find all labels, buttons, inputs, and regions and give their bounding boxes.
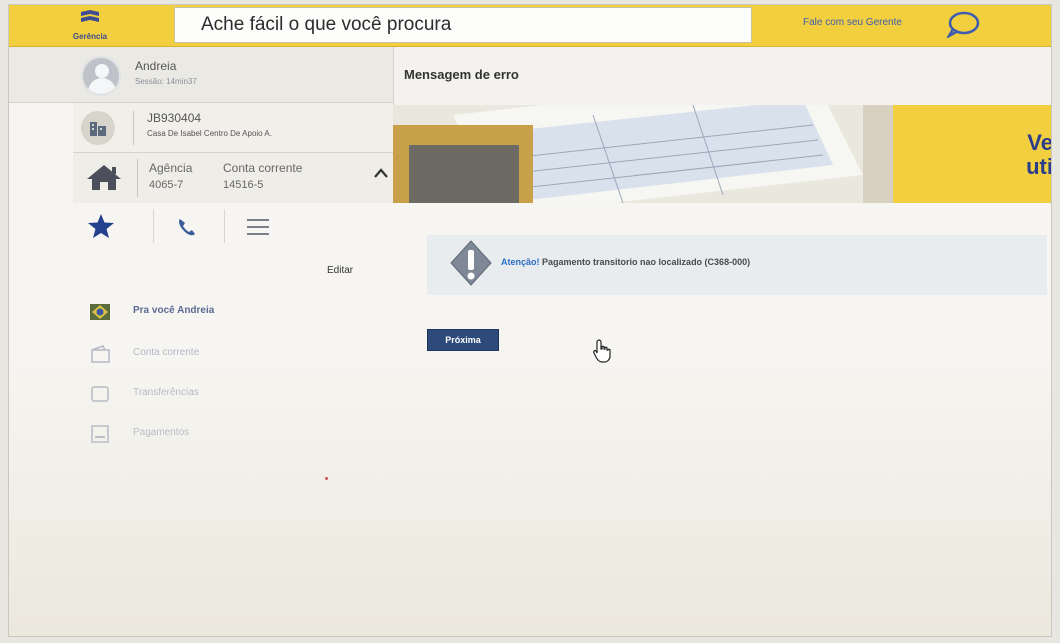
page-header: Mensagem de erro: [393, 47, 1051, 105]
promo-banner[interactable]: Ve uti: [393, 105, 1052, 203]
edit-link[interactable]: Editar: [327, 265, 353, 276]
hand-cursor-icon: [593, 339, 611, 363]
menu-item-label: Transferências: [133, 387, 199, 398]
chat-bubble-icon[interactable]: [946, 10, 980, 38]
quick-tabs: [73, 203, 393, 251]
account-value: 14516-5: [223, 179, 264, 191]
chat-link[interactable]: Fale com seu Gerente: [803, 17, 902, 28]
left-panel: Andreia Sessão: 14min37 JB930404 Casa De…: [9, 47, 393, 636]
warning-icon: [450, 240, 492, 286]
tab-favorites[interactable]: [73, 203, 153, 251]
star-icon: [88, 214, 114, 238]
building-icon: [81, 111, 115, 145]
agency-value: 4065-7: [149, 179, 184, 191]
menu-item-label: Pagamentos: [133, 427, 190, 438]
page-title: Mensagem de erro: [404, 67, 519, 82]
top-bar: Gerência Ache fácil o que você procura F…: [9, 5, 1051, 47]
account-row[interactable]: Agência 4065-7 Conta corrente 14516-5: [73, 153, 393, 203]
chevron-up-icon[interactable]: [373, 167, 389, 179]
user-row[interactable]: Andreia Sessão: 14min37: [9, 47, 393, 103]
banner-documents-image: [393, 105, 893, 203]
banner-text: Ve uti: [1026, 130, 1052, 179]
alert-message-text: Atenção! Pagamento transitorio nao local…: [501, 257, 750, 267]
error-alert: Atenção! Pagamento transitorio nao local…: [427, 235, 1047, 295]
user-name: Andreia: [135, 59, 177, 73]
search-placeholder: Ache fácil o que você procura: [201, 14, 452, 35]
company-row[interactable]: JB930404 Casa De Isabel Centro De Apoio …: [73, 103, 393, 153]
menu-item-label: Pra você Andreia: [133, 305, 215, 316]
avatar: [81, 56, 121, 96]
alert-message: Pagamento transitorio nao localizado (C3…: [542, 257, 751, 267]
home-icon[interactable]: [85, 163, 123, 191]
barcode-icon: [91, 425, 109, 443]
bank-logo[interactable]: Gerência: [65, 7, 115, 45]
flag-icon: [90, 304, 110, 320]
account-label: Conta corrente: [223, 161, 303, 175]
screen-photo: Gerência Ache fácil o que você procura F…: [8, 4, 1052, 637]
search-input[interactable]: Ache fácil o que você procura: [174, 7, 752, 43]
transfer-icon: [91, 386, 109, 402]
session-timer: Sessão: 14min37: [135, 77, 197, 86]
wallet-icon: [91, 345, 110, 363]
logo-text: Gerência: [72, 32, 108, 41]
stray-mark: [325, 477, 328, 480]
logo-icon: [81, 10, 99, 22]
hamburger-menu-icon: [247, 219, 269, 235]
agency-label: Agência: [149, 161, 193, 175]
phone-icon: [179, 219, 195, 236]
next-button[interactable]: Próxima: [427, 329, 499, 351]
tab-menu[interactable]: [225, 203, 295, 251]
menu-item-label: Conta corrente: [133, 347, 200, 358]
tab-phone[interactable]: [154, 203, 224, 251]
company-code: JB930404: [147, 111, 202, 125]
company-name: Casa De Isabel Centro De Apoio A.: [147, 129, 272, 138]
alert-strong: Atenção!: [501, 257, 540, 267]
